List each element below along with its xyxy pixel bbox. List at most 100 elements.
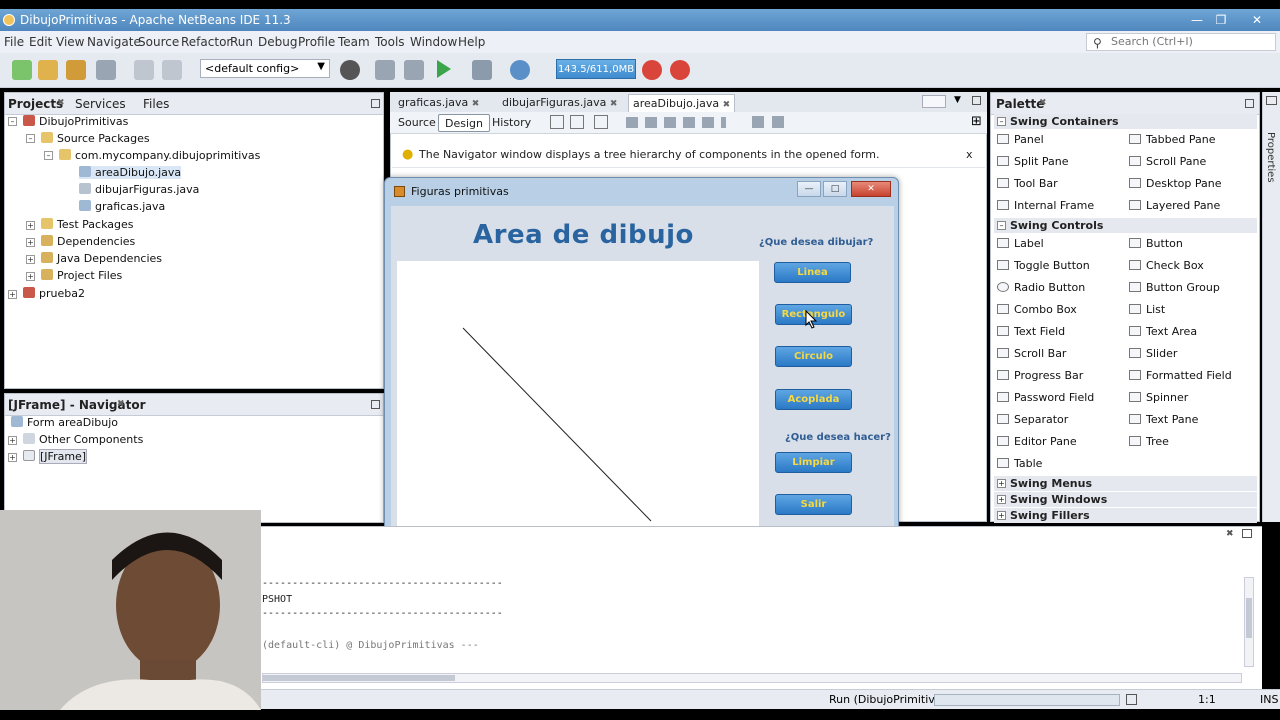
palette-item-label[interactable]: Label <box>997 237 1044 250</box>
tree-item-file-areadibujo[interactable]: areaDibujo.java <box>79 166 182 179</box>
tree-item-prueba2[interactable]: prueba2 <box>23 287 85 300</box>
expand-icon[interactable]: + <box>26 272 35 281</box>
palette-item-slider[interactable]: Slider <box>1129 347 1177 360</box>
palette-item-panel[interactable]: Panel <box>997 133 1044 146</box>
tab-source[interactable]: Source <box>392 114 442 132</box>
tree-item-project-files[interactable]: Project Files <box>41 269 122 282</box>
collapse-icon[interactable]: – <box>26 134 35 143</box>
close-icon[interactable]: ✖ <box>723 100 731 110</box>
tab-design[interactable]: Design <box>438 114 490 132</box>
open-project-icon[interactable] <box>66 60 86 80</box>
tree-item-file-dibujarfiguras[interactable]: dibujarFiguras.java <box>79 183 199 196</box>
expand-icon[interactable]: + <box>8 453 17 462</box>
menu-run[interactable]: Run <box>230 35 253 49</box>
save-all-icon[interactable] <box>96 60 116 80</box>
tab-projects[interactable]: Projects <box>8 97 63 111</box>
tree-item-source-packages[interactable]: Source Packages <box>41 132 150 145</box>
close-icon[interactable]: ✖ <box>610 99 618 109</box>
undo-icon[interactable] <box>134 60 154 80</box>
expand-icon[interactable]: + <box>26 238 35 247</box>
menu-edit[interactable]: Edit <box>29 35 52 49</box>
category-swing-containers[interactable]: – Swing Containers <box>994 114 1257 129</box>
tree-item-test-packages[interactable]: Test Packages <box>41 218 133 231</box>
tree-item-file-graficas[interactable]: graficas.java <box>79 200 165 213</box>
palette-item-internal-frame[interactable]: Internal Frame <box>997 199 1094 212</box>
restore-icon[interactable] <box>1266 96 1277 105</box>
tree-item-package[interactable]: com.mycompany.dibujoprimitivas <box>59 149 260 162</box>
collapse-icon[interactable]: – <box>44 151 53 160</box>
scrollbar-thumb[interactable] <box>1246 598 1252 638</box>
palette-item-button-group[interactable]: Button Group <box>1129 281 1220 294</box>
palette-item-text-area[interactable]: Text Area <box>1129 325 1197 338</box>
restore-icon[interactable] <box>1242 529 1252 538</box>
category-swing-menus[interactable]: + Swing Menus <box>994 476 1257 491</box>
tab-areadibujo[interactable]: areaDibujo.java ✖ <box>628 94 736 112</box>
menu-view[interactable]: View <box>56 35 84 49</box>
menu-source[interactable]: Source <box>138 35 179 49</box>
memory-indicator[interactable]: 143.5/611,0MB <box>556 59 636 79</box>
connection-mode-icon[interactable] <box>570 115 584 129</box>
menu-help[interactable]: Help <box>458 35 485 49</box>
close-icon[interactable]: ✖ <box>472 99 480 109</box>
properties-side-tab[interactable]: Properties <box>1265 132 1276 183</box>
scroll-tabs-icon[interactable] <box>922 95 946 108</box>
palette-item-spinner[interactable]: Spinner <box>1129 391 1188 404</box>
category-swing-controls[interactable]: – Swing Controls <box>994 218 1257 233</box>
tab-services[interactable]: Services <box>75 97 126 111</box>
palette-item-table[interactable]: Table <box>997 457 1042 470</box>
minimize-icon[interactable] <box>1245 99 1254 108</box>
clean-build-icon[interactable] <box>404 60 424 80</box>
palette-item-separator[interactable]: Separator <box>997 413 1068 426</box>
palette-item-desktop-pane[interactable]: Desktop Pane <box>1129 177 1221 190</box>
build-hammer-icon[interactable] <box>375 60 395 80</box>
jframe-maximize-button[interactable]: □ <box>823 181 847 197</box>
menu-debug[interactable]: Debug <box>258 35 297 49</box>
tab-files[interactable]: Files <box>143 97 169 111</box>
new-project-icon[interactable] <box>38 60 58 80</box>
linea-button[interactable]: Linea <box>774 262 851 283</box>
jframe-close-button[interactable]: ✕ <box>851 181 891 197</box>
tab-history[interactable]: History <box>486 114 537 132</box>
stop-task-icon[interactable] <box>1126 694 1137 705</box>
scrollbar-thumb[interactable] <box>263 675 455 681</box>
minimize-icon[interactable] <box>371 99 380 108</box>
close-icon[interactable]: ✖ <box>57 98 65 108</box>
new-file-icon[interactable] <box>12 60 32 80</box>
close-icon[interactable]: ✖ <box>1226 529 1234 539</box>
palette-item-progress-bar[interactable]: Progress Bar <box>997 369 1083 382</box>
align-icons[interactable] <box>626 117 726 128</box>
palette-item-editor-pane[interactable]: Editor Pane <box>997 435 1077 448</box>
palette-item-toggle-button[interactable]: Toggle Button <box>997 259 1090 272</box>
palette-item-radio-button[interactable]: Radio Button <box>997 281 1085 294</box>
acoplada-button[interactable]: Acoplada <box>775 389 852 410</box>
tab-list-icon[interactable]: ▼ <box>954 95 961 105</box>
category-swing-windows[interactable]: + Swing Windows <box>994 492 1257 507</box>
debug-icon[interactable] <box>472 60 492 80</box>
toggle-palette-icon[interactable]: ⊞ <box>971 114 982 129</box>
close-icon[interactable]: ✖ <box>117 399 125 409</box>
maximize-button[interactable]: ❐ <box>1208 11 1234 29</box>
palette-item-tree[interactable]: Tree <box>1129 435 1169 448</box>
palette-item-tabbed-pane[interactable]: Tabbed Pane <box>1129 133 1215 146</box>
expand-icon[interactable]: + <box>26 221 35 230</box>
close-icon[interactable]: ✖ <box>1039 98 1047 108</box>
palette-item-scroll-bar[interactable]: Scroll Bar <box>997 347 1066 360</box>
horizontal-scrollbar[interactable] <box>262 673 1242 683</box>
salir-button[interactable]: Salir <box>775 494 852 515</box>
palette-item-text-pane[interactable]: Text Pane <box>1129 413 1198 426</box>
redo-icon[interactable] <box>162 60 182 80</box>
palette-item-split-pane[interactable]: Split Pane <box>997 155 1069 168</box>
globe-icon[interactable] <box>340 60 360 80</box>
palette-item-text-field[interactable]: Text Field <box>997 325 1065 338</box>
info-close-button[interactable]: x <box>966 148 973 161</box>
tab-graficas[interactable]: graficas.java ✖ <box>394 94 483 112</box>
menu-window[interactable]: Window <box>410 35 457 49</box>
search-input[interactable]: ⚲ Search (Ctrl+I) <box>1086 33 1276 51</box>
vertical-scrollbar[interactable] <box>1244 577 1254 667</box>
palette-item-password-field[interactable]: Password Field <box>997 391 1094 404</box>
menu-refactor[interactable]: Refactor <box>181 35 231 49</box>
expand-icon[interactable]: + <box>26 255 35 264</box>
resize-icons[interactable] <box>752 116 786 128</box>
expand-icon[interactable]: + <box>8 436 17 445</box>
menu-file[interactable]: File <box>4 35 24 49</box>
